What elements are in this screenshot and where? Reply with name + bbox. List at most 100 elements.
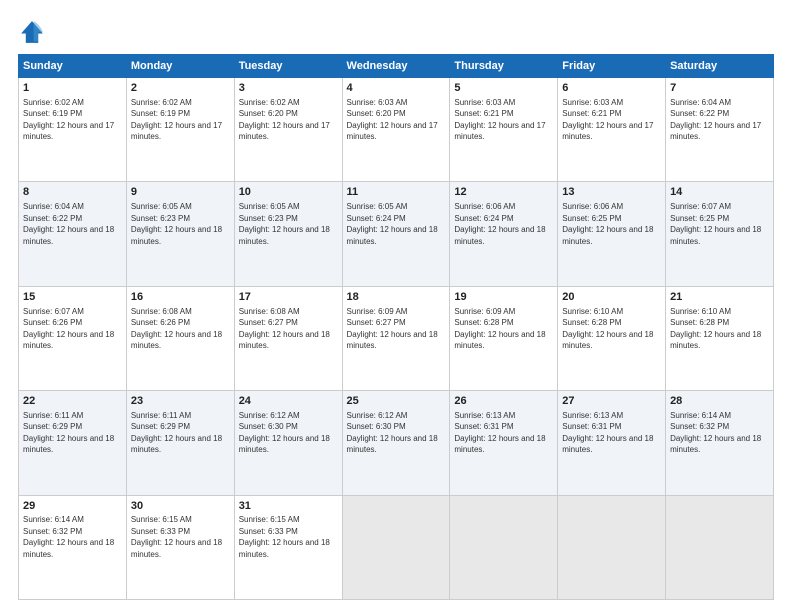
calendar-cell: 24 Sunrise: 6:12 AMSunset: 6:30 PMDaylig… (234, 391, 342, 495)
page: SundayMondayTuesdayWednesdayThursdayFrid… (0, 0, 792, 612)
day-info: Sunrise: 6:11 AMSunset: 6:29 PMDaylight:… (23, 411, 114, 454)
day-number: 22 (23, 394, 122, 409)
day-number: 10 (239, 185, 338, 200)
day-number: 7 (670, 81, 769, 96)
day-info: Sunrise: 6:02 AMSunset: 6:20 PMDaylight:… (239, 98, 330, 141)
calendar-cell (450, 495, 558, 599)
day-info: Sunrise: 6:15 AMSunset: 6:33 PMDaylight:… (239, 515, 330, 558)
day-info: Sunrise: 6:03 AMSunset: 6:21 PMDaylight:… (562, 98, 653, 141)
calendar-week-3: 15 Sunrise: 6:07 AMSunset: 6:26 PMDaylig… (19, 286, 774, 390)
day-info: Sunrise: 6:09 AMSunset: 6:27 PMDaylight:… (347, 307, 438, 350)
calendar-cell: 4 Sunrise: 6:03 AMSunset: 6:20 PMDayligh… (342, 78, 450, 182)
day-number: 15 (23, 290, 122, 305)
day-info: Sunrise: 6:03 AMSunset: 6:21 PMDaylight:… (454, 98, 545, 141)
calendar-cell: 15 Sunrise: 6:07 AMSunset: 6:26 PMDaylig… (19, 286, 127, 390)
calendar-cell: 28 Sunrise: 6:14 AMSunset: 6:32 PMDaylig… (666, 391, 774, 495)
col-header-saturday: Saturday (666, 55, 774, 78)
day-info: Sunrise: 6:15 AMSunset: 6:33 PMDaylight:… (131, 515, 222, 558)
day-number: 14 (670, 185, 769, 200)
day-info: Sunrise: 6:13 AMSunset: 6:31 PMDaylight:… (562, 411, 653, 454)
day-info: Sunrise: 6:02 AMSunset: 6:19 PMDaylight:… (23, 98, 114, 141)
col-header-tuesday: Tuesday (234, 55, 342, 78)
day-info: Sunrise: 6:09 AMSunset: 6:28 PMDaylight:… (454, 307, 545, 350)
calendar-cell: 20 Sunrise: 6:10 AMSunset: 6:28 PMDaylig… (558, 286, 666, 390)
calendar-cell: 7 Sunrise: 6:04 AMSunset: 6:22 PMDayligh… (666, 78, 774, 182)
calendar-cell (666, 495, 774, 599)
day-info: Sunrise: 6:04 AMSunset: 6:22 PMDaylight:… (670, 98, 761, 141)
day-info: Sunrise: 6:10 AMSunset: 6:28 PMDaylight:… (562, 307, 653, 350)
day-info: Sunrise: 6:05 AMSunset: 6:24 PMDaylight:… (347, 202, 438, 245)
calendar-cell: 5 Sunrise: 6:03 AMSunset: 6:21 PMDayligh… (450, 78, 558, 182)
col-header-monday: Monday (126, 55, 234, 78)
calendar-cell: 22 Sunrise: 6:11 AMSunset: 6:29 PMDaylig… (19, 391, 127, 495)
calendar-cell: 13 Sunrise: 6:06 AMSunset: 6:25 PMDaylig… (558, 182, 666, 286)
day-info: Sunrise: 6:12 AMSunset: 6:30 PMDaylight:… (239, 411, 330, 454)
logo-icon (18, 18, 46, 46)
calendar-cell: 6 Sunrise: 6:03 AMSunset: 6:21 PMDayligh… (558, 78, 666, 182)
day-number: 3 (239, 81, 338, 96)
calendar-cell: 29 Sunrise: 6:14 AMSunset: 6:32 PMDaylig… (19, 495, 127, 599)
day-number: 16 (131, 290, 230, 305)
calendar-cell: 30 Sunrise: 6:15 AMSunset: 6:33 PMDaylig… (126, 495, 234, 599)
day-number: 9 (131, 185, 230, 200)
day-number: 6 (562, 81, 661, 96)
calendar-cell (342, 495, 450, 599)
day-number: 29 (23, 499, 122, 514)
calendar-cell: 26 Sunrise: 6:13 AMSunset: 6:31 PMDaylig… (450, 391, 558, 495)
header (18, 18, 774, 46)
day-number: 13 (562, 185, 661, 200)
day-info: Sunrise: 6:07 AMSunset: 6:25 PMDaylight:… (670, 202, 761, 245)
logo (18, 18, 50, 46)
day-number: 31 (239, 499, 338, 514)
day-info: Sunrise: 6:14 AMSunset: 6:32 PMDaylight:… (23, 515, 114, 558)
col-header-friday: Friday (558, 55, 666, 78)
calendar-cell: 19 Sunrise: 6:09 AMSunset: 6:28 PMDaylig… (450, 286, 558, 390)
day-number: 4 (347, 81, 446, 96)
day-info: Sunrise: 6:12 AMSunset: 6:30 PMDaylight:… (347, 411, 438, 454)
day-info: Sunrise: 6:10 AMSunset: 6:28 PMDaylight:… (670, 307, 761, 350)
calendar-week-2: 8 Sunrise: 6:04 AMSunset: 6:22 PMDayligh… (19, 182, 774, 286)
day-number: 2 (131, 81, 230, 96)
day-info: Sunrise: 6:05 AMSunset: 6:23 PMDaylight:… (131, 202, 222, 245)
calendar-week-4: 22 Sunrise: 6:11 AMSunset: 6:29 PMDaylig… (19, 391, 774, 495)
day-number: 27 (562, 394, 661, 409)
day-info: Sunrise: 6:03 AMSunset: 6:20 PMDaylight:… (347, 98, 438, 141)
day-number: 18 (347, 290, 446, 305)
col-header-thursday: Thursday (450, 55, 558, 78)
day-info: Sunrise: 6:08 AMSunset: 6:27 PMDaylight:… (239, 307, 330, 350)
day-number: 23 (131, 394, 230, 409)
day-info: Sunrise: 6:06 AMSunset: 6:25 PMDaylight:… (562, 202, 653, 245)
calendar-cell: 12 Sunrise: 6:06 AMSunset: 6:24 PMDaylig… (450, 182, 558, 286)
day-info: Sunrise: 6:02 AMSunset: 6:19 PMDaylight:… (131, 98, 222, 141)
calendar-cell: 27 Sunrise: 6:13 AMSunset: 6:31 PMDaylig… (558, 391, 666, 495)
day-info: Sunrise: 6:08 AMSunset: 6:26 PMDaylight:… (131, 307, 222, 350)
col-header-wednesday: Wednesday (342, 55, 450, 78)
day-number: 28 (670, 394, 769, 409)
calendar-cell: 31 Sunrise: 6:15 AMSunset: 6:33 PMDaylig… (234, 495, 342, 599)
calendar-cell: 2 Sunrise: 6:02 AMSunset: 6:19 PMDayligh… (126, 78, 234, 182)
calendar-cell: 1 Sunrise: 6:02 AMSunset: 6:19 PMDayligh… (19, 78, 127, 182)
calendar-cell: 9 Sunrise: 6:05 AMSunset: 6:23 PMDayligh… (126, 182, 234, 286)
day-info: Sunrise: 6:06 AMSunset: 6:24 PMDaylight:… (454, 202, 545, 245)
day-number: 30 (131, 499, 230, 514)
calendar-table: SundayMondayTuesdayWednesdayThursdayFrid… (18, 54, 774, 600)
calendar-cell: 10 Sunrise: 6:05 AMSunset: 6:23 PMDaylig… (234, 182, 342, 286)
calendar-cell: 16 Sunrise: 6:08 AMSunset: 6:26 PMDaylig… (126, 286, 234, 390)
calendar-week-1: 1 Sunrise: 6:02 AMSunset: 6:19 PMDayligh… (19, 78, 774, 182)
day-info: Sunrise: 6:14 AMSunset: 6:32 PMDaylight:… (670, 411, 761, 454)
calendar-cell: 21 Sunrise: 6:10 AMSunset: 6:28 PMDaylig… (666, 286, 774, 390)
day-number: 11 (347, 185, 446, 200)
calendar-cell: 3 Sunrise: 6:02 AMSunset: 6:20 PMDayligh… (234, 78, 342, 182)
calendar-cell: 18 Sunrise: 6:09 AMSunset: 6:27 PMDaylig… (342, 286, 450, 390)
day-info: Sunrise: 6:07 AMSunset: 6:26 PMDaylight:… (23, 307, 114, 350)
day-number: 24 (239, 394, 338, 409)
calendar-cell: 14 Sunrise: 6:07 AMSunset: 6:25 PMDaylig… (666, 182, 774, 286)
calendar-week-5: 29 Sunrise: 6:14 AMSunset: 6:32 PMDaylig… (19, 495, 774, 599)
col-header-sunday: Sunday (19, 55, 127, 78)
calendar-header-row: SundayMondayTuesdayWednesdayThursdayFrid… (19, 55, 774, 78)
day-number: 26 (454, 394, 553, 409)
calendar-cell: 8 Sunrise: 6:04 AMSunset: 6:22 PMDayligh… (19, 182, 127, 286)
day-number: 25 (347, 394, 446, 409)
calendar-cell: 17 Sunrise: 6:08 AMSunset: 6:27 PMDaylig… (234, 286, 342, 390)
calendar-cell: 25 Sunrise: 6:12 AMSunset: 6:30 PMDaylig… (342, 391, 450, 495)
